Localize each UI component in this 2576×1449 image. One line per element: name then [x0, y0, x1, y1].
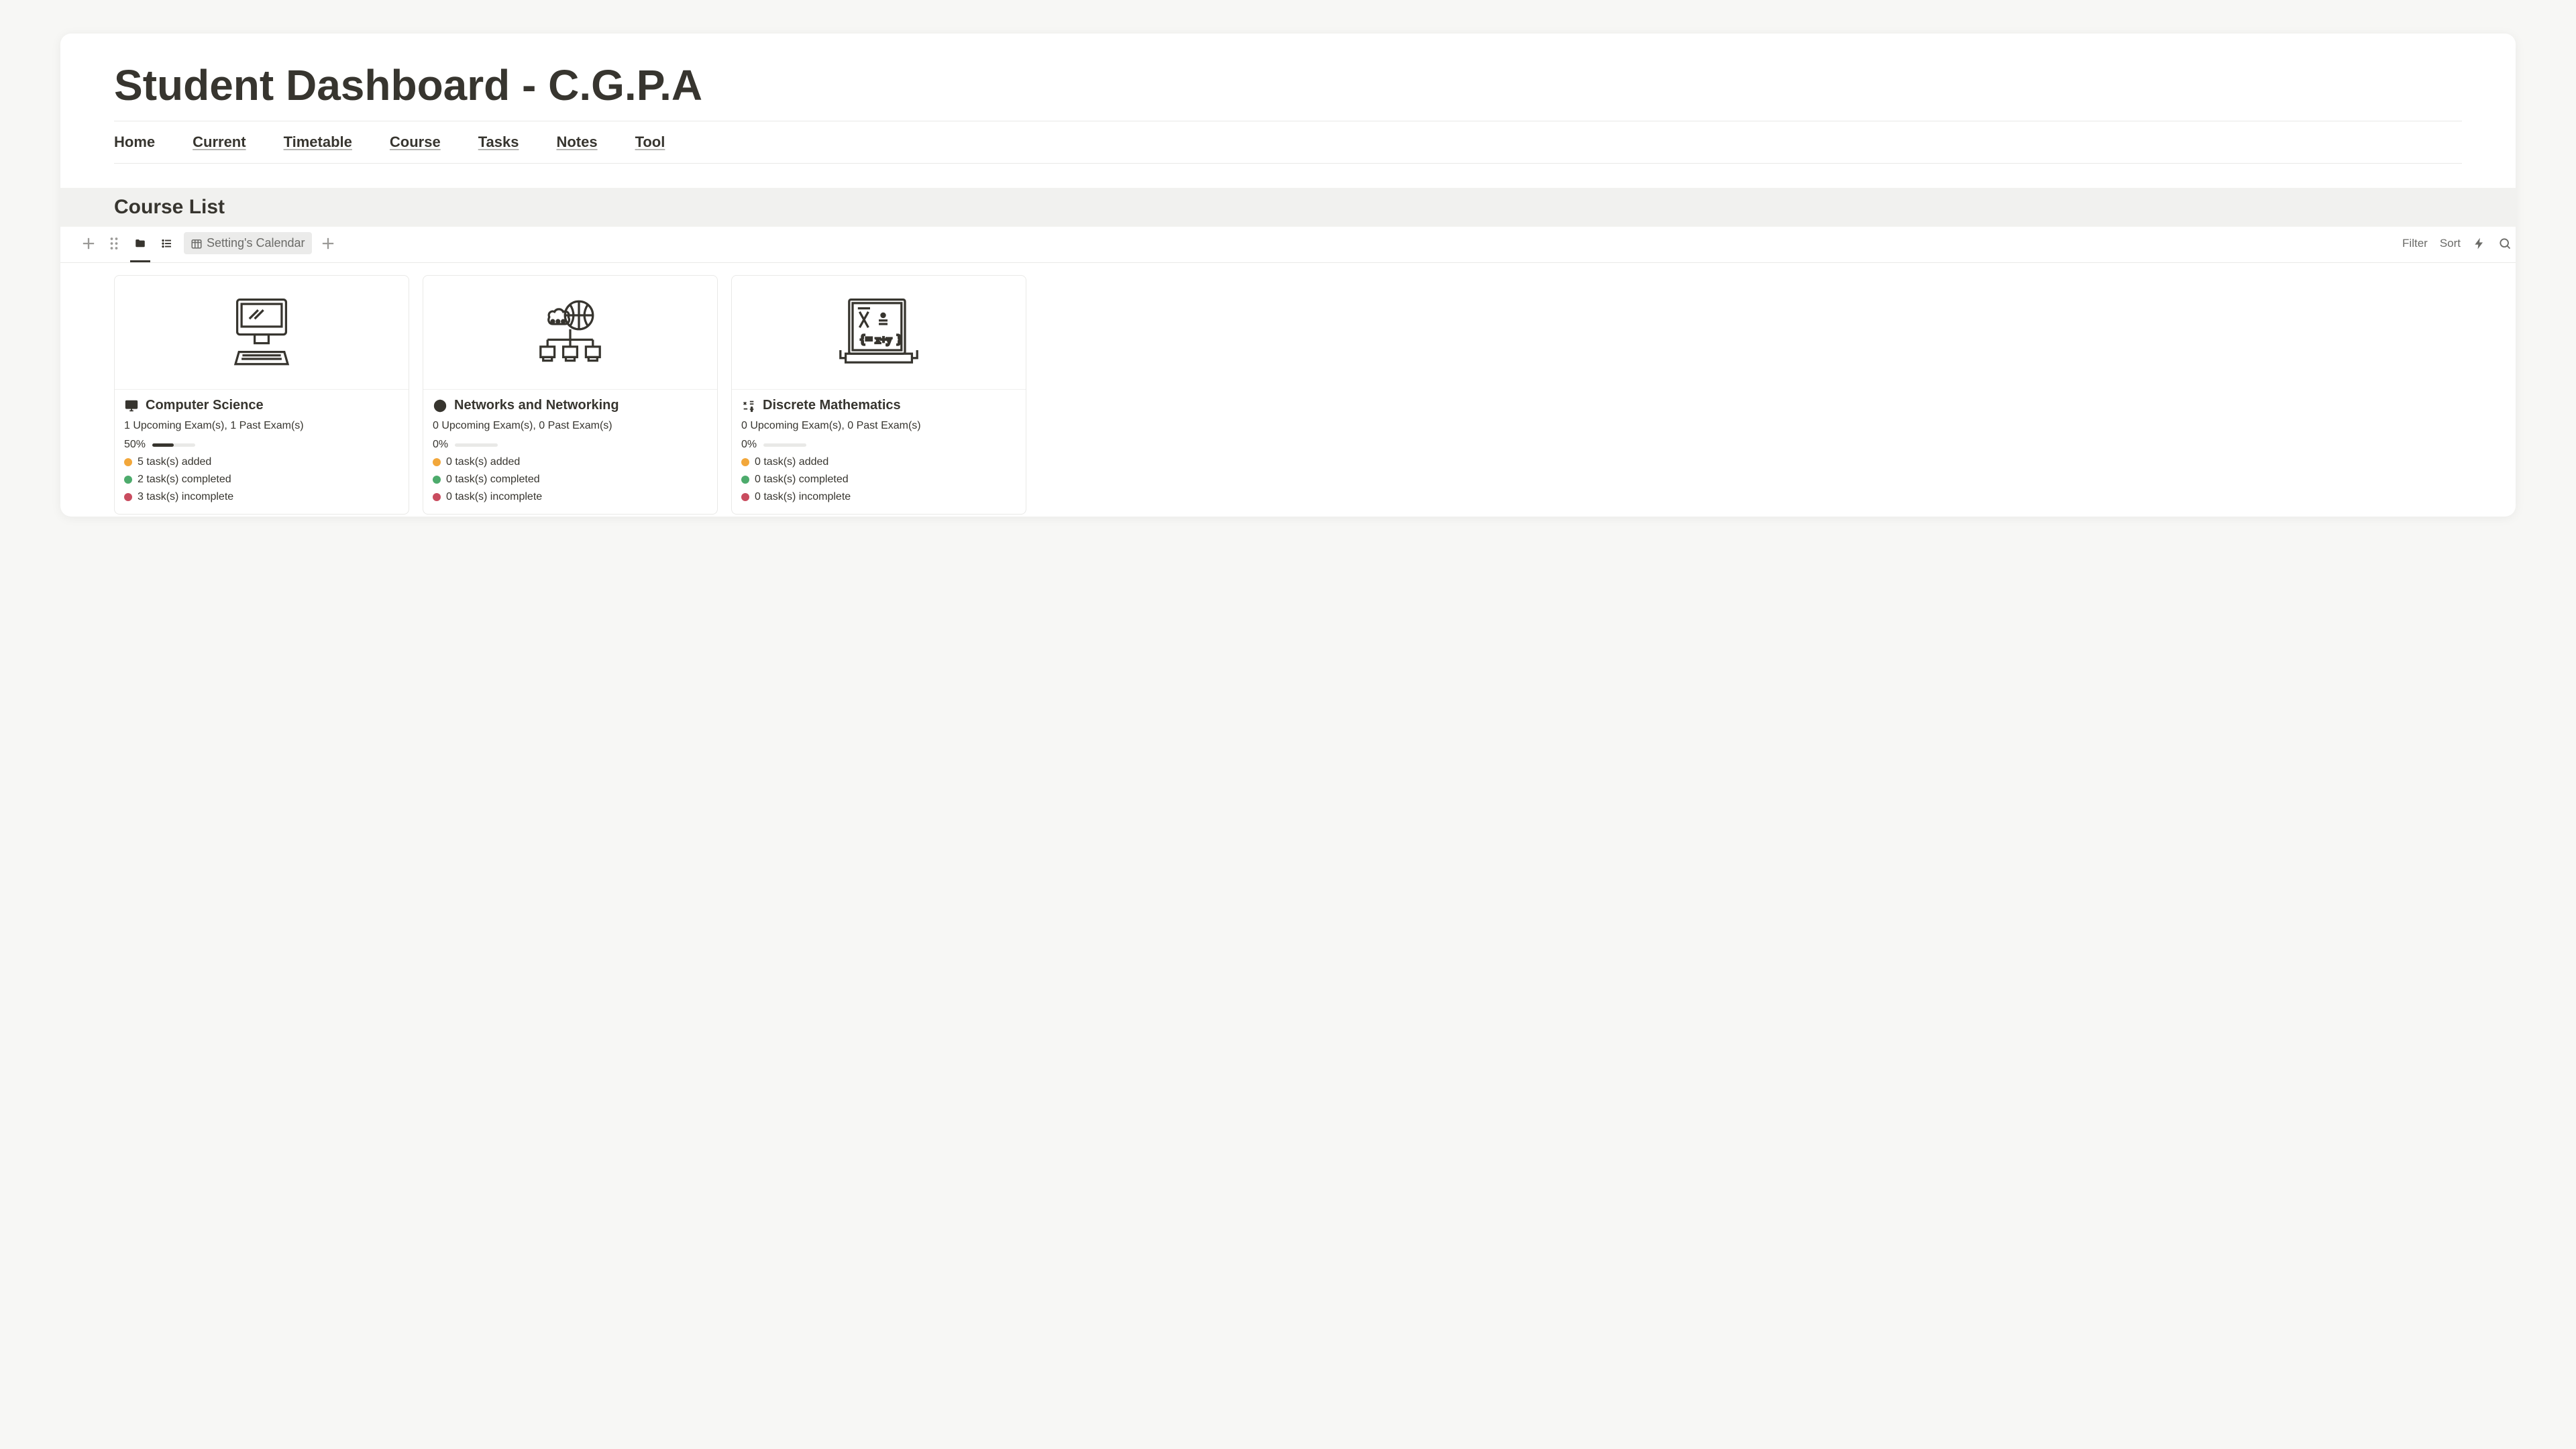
tasks-completed: 2 task(s) completed: [138, 474, 231, 486]
nav-tool[interactable]: Tool: [635, 133, 665, 151]
nav-notes[interactable]: Notes: [556, 133, 597, 151]
course-card[interactable]: Networks and Networking 0 Upcoming Exam(…: [423, 275, 718, 515]
tasks-incomplete: 0 task(s) incomplete: [755, 491, 851, 503]
computer-icon: [218, 289, 305, 376]
bolt-icon[interactable]: [2473, 237, 2486, 250]
tasks-added-row: 5 task(s) added: [124, 456, 399, 468]
course-title-row: Computer Science: [124, 398, 399, 413]
course-progress-row: 0%: [433, 439, 708, 451]
tasks-completed-row: 0 task(s) completed: [741, 474, 1016, 486]
view-list[interactable]: [157, 235, 177, 252]
tasks-added: 0 task(s) added: [446, 456, 520, 468]
tasks-incomplete-row: 0 task(s) incomplete: [433, 491, 708, 503]
status-dot-added: [433, 458, 441, 466]
tasks-completed-row: 0 task(s) completed: [433, 474, 708, 486]
status-dot-added: [124, 458, 132, 466]
course-progress-bar: [763, 443, 806, 447]
page-container: Student Dashboard - C.G.P.A Home Current…: [60, 34, 2516, 517]
course-progress-pct: 0%: [741, 439, 757, 451]
course-title-row: Discrete Mathematics: [741, 398, 1016, 413]
views-left: Setting's Calendar: [79, 232, 337, 254]
view-settings-calendar[interactable]: Setting's Calendar: [184, 232, 312, 254]
course-cover: {= x+y }: [732, 276, 1026, 390]
view-settings-calendar-label: Setting's Calendar: [207, 236, 305, 250]
course-title-row: Networks and Networking: [433, 398, 708, 413]
content-area: Student Dashboard - C.G.P.A Home Current…: [60, 60, 2516, 515]
math-icon: [741, 398, 756, 413]
course-progress-pct: 0%: [433, 439, 448, 451]
nav-tasks[interactable]: Tasks: [478, 133, 519, 151]
page-title: Student Dashboard - C.G.P.A: [114, 60, 2462, 110]
course-progress-row: 0%: [741, 439, 1016, 451]
list-icon: [161, 237, 173, 250]
top-nav: Home Current Timetable Course Tasks Note…: [114, 121, 2462, 164]
course-progress-row: 50%: [124, 439, 399, 451]
course-body: Discrete Mathematics 0 Upcoming Exam(s),…: [732, 390, 1026, 514]
course-body: Networks and Networking 0 Upcoming Exam(…: [423, 390, 717, 514]
tasks-added: 0 task(s) added: [755, 456, 828, 468]
search-icon[interactable]: [2498, 237, 2512, 250]
add-block-button[interactable]: [79, 234, 98, 253]
status-dot-incomplete: [433, 493, 441, 501]
tasks-added-row: 0 task(s) added: [433, 456, 708, 468]
math-book-icon: {= x+y }: [835, 289, 922, 376]
tasks-incomplete-row: 3 task(s) incomplete: [124, 491, 399, 503]
status-dot-added: [741, 458, 749, 466]
tasks-completed: 0 task(s) completed: [446, 474, 540, 486]
status-dot-incomplete: [741, 493, 749, 501]
course-body: Computer Science 1 Upcoming Exam(s), 1 P…: [115, 390, 409, 514]
status-dot-incomplete: [124, 493, 132, 501]
view-gallery[interactable]: [130, 235, 150, 252]
course-exams: 1 Upcoming Exam(s), 1 Past Exam(s): [124, 420, 399, 432]
course-exams: 0 Upcoming Exam(s), 0 Past Exam(s): [433, 420, 708, 432]
tasks-completed: 0 task(s) completed: [755, 474, 849, 486]
monitor-icon: [124, 398, 139, 413]
views-row: Setting's Calendar Filter Sort: [79, 227, 2516, 254]
add-view-button[interactable]: [319, 234, 337, 253]
nav-timetable[interactable]: Timetable: [284, 133, 352, 151]
course-card[interactable]: {= x+y } Discrete Mathematics 0 Upcoming…: [731, 275, 1026, 515]
tasks-completed-row: 2 task(s) completed: [124, 474, 399, 486]
nav-current[interactable]: Current: [193, 133, 246, 151]
views-divider: [60, 262, 2516, 263]
tasks-added-row: 0 task(s) added: [741, 456, 1016, 468]
status-dot-completed: [741, 476, 749, 484]
course-progress-pct: 50%: [124, 439, 146, 451]
calendar-table-icon: [191, 237, 203, 250]
status-dot-completed: [433, 476, 441, 484]
drag-handle[interactable]: [105, 234, 123, 253]
status-dot-completed: [124, 476, 132, 484]
svg-text:{=: {=: [859, 332, 872, 345]
views-right: Filter Sort: [2402, 237, 2516, 250]
course-title: Discrete Mathematics: [763, 398, 901, 413]
tasks-incomplete: 0 task(s) incomplete: [446, 491, 542, 503]
nav-home[interactable]: Home: [114, 133, 155, 151]
tasks-incomplete: 3 task(s) incomplete: [138, 491, 233, 503]
course-cover: [423, 276, 717, 390]
course-title: Computer Science: [146, 398, 264, 413]
course-cover: [115, 276, 409, 390]
course-card[interactable]: Computer Science 1 Upcoming Exam(s), 1 P…: [114, 275, 409, 515]
course-progress-bar: [152, 443, 195, 447]
svg-text:}: }: [896, 332, 902, 345]
folder-icon: [134, 237, 146, 250]
tasks-incomplete-row: 0 task(s) incomplete: [741, 491, 1016, 503]
drag-handle-icon: [105, 234, 123, 253]
sort-button[interactable]: Sort: [2440, 237, 2461, 250]
plus-icon: [319, 234, 337, 253]
filter-button[interactable]: Filter: [2402, 237, 2428, 250]
svg-text:x+y: x+y: [875, 334, 892, 345]
course-progress-bar: [455, 443, 498, 447]
course-progress-fill: [152, 443, 174, 447]
course-title: Networks and Networking: [454, 398, 619, 413]
section-title: Course List: [60, 188, 2516, 227]
nav-course[interactable]: Course: [390, 133, 441, 151]
plus-icon: [79, 234, 98, 253]
tasks-added: 5 task(s) added: [138, 456, 211, 468]
globe-icon: [433, 398, 447, 413]
course-cards-row: Computer Science 1 Upcoming Exam(s), 1 P…: [114, 275, 2516, 515]
network-icon: [527, 289, 614, 376]
course-exams: 0 Upcoming Exam(s), 0 Past Exam(s): [741, 420, 1016, 432]
